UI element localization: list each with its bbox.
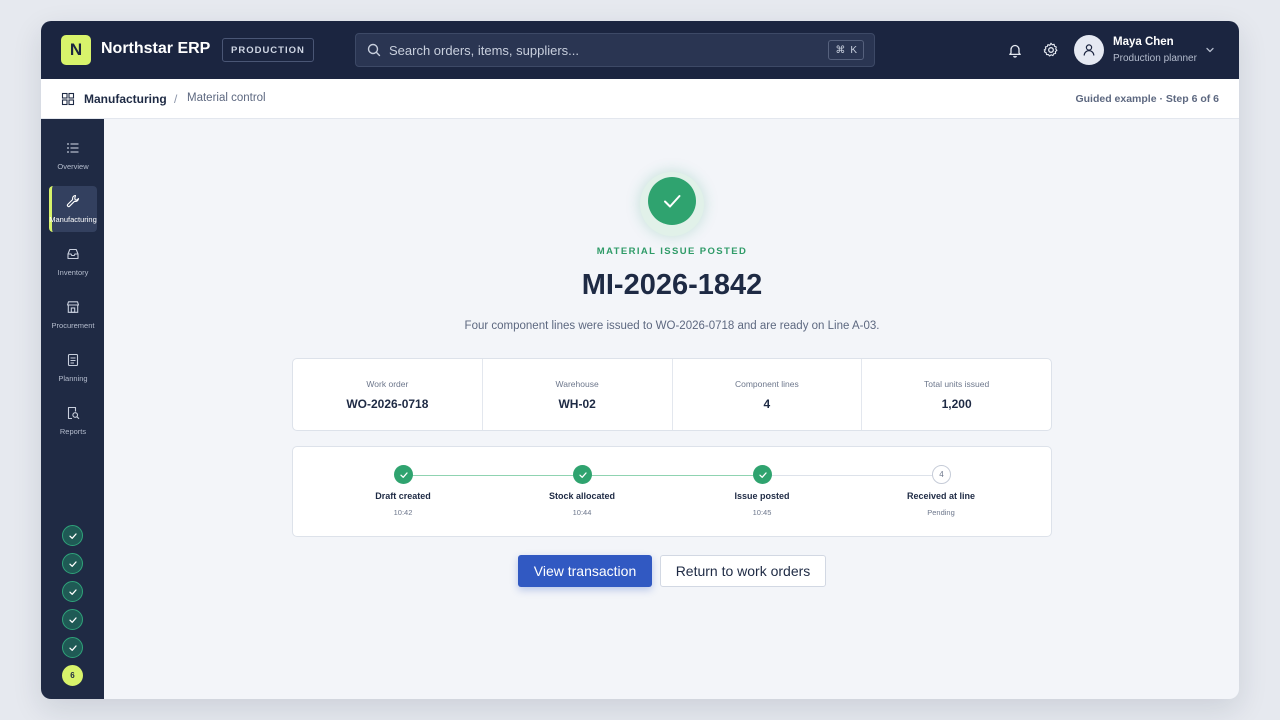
guided-step-current[interactable]: 6 [62,665,83,686]
timeline-connector [403,475,582,476]
guided-step-completed[interactable] [62,581,83,602]
document-number: MI-2026-1842 [581,269,763,301]
guided-step-completed[interactable] [62,637,83,658]
step-complete-icon [753,465,772,484]
guided-step-completed[interactable] [62,553,83,574]
list-icon [67,143,79,153]
search-icon [367,43,381,57]
status-label: MATERIAL ISSUE POSTED [596,246,748,257]
sidebar-item-label: Overview [57,162,89,171]
stat-label: Work order [366,379,409,389]
checkmark-icon [578,471,587,478]
app-logo[interactable]: N [61,35,91,65]
return-to-work-orders-button[interactable]: Return to work orders [660,555,826,587]
gear-icon[interactable] [1042,41,1060,59]
store-icon [66,301,80,313]
checkmark-icon [68,644,77,651]
step-complete-icon [394,465,413,484]
stat-value: WH-02 [558,397,596,411]
app-title: Northstar ERP [101,40,211,57]
timeline-step-time: 10:42 [393,508,413,517]
checkmark-icon [68,616,77,623]
shortcut-key: K [850,44,857,56]
environment-badge: PRODUCTION [222,38,314,62]
breadcrumb: Manufacturing / Material control Guided … [41,79,1239,119]
timeline-step-time: 10:44 [572,508,592,517]
result-description: Four component lines were issued to WO-2… [464,320,880,332]
guided-step-completed[interactable] [62,609,83,630]
breadcrumb-page: Material control [187,92,266,104]
view-transaction-button[interactable]: View transaction [518,555,652,587]
checkmark-icon [758,471,767,478]
guided-step-completed[interactable] [62,525,83,546]
app-window: N Northstar ERP PRODUCTION ⌘ K [41,21,1239,699]
sidebar-item-manufacturing[interactable]: Manufacturing [49,186,97,232]
sidebar-item-label: Manufacturing [49,215,97,224]
sidebar-item-overview[interactable]: Overview [49,133,97,179]
sidebar-item-planning[interactable]: Planning [49,345,97,391]
sidebar-item-label: Reports [59,427,87,436]
stat-label: Component lines [734,379,799,389]
checkmark-icon [664,195,681,208]
summary-stats: Work order WO-2026-0718 Warehouse WH-02 … [292,358,1052,431]
checkmark-icon [399,471,408,478]
stat-label: Warehouse [555,379,599,389]
wrench-icon [66,194,80,208]
guided-step-indicator: Guided example · Step 6 of 6 [1075,93,1219,105]
search-shortcut-hint: ⌘ K [828,40,864,60]
user-icon [1083,44,1095,56]
sidebar: Overview Manufacturing Inventory Procure… [41,119,104,699]
step-complete-icon [573,465,592,484]
user-role: Production planner [1113,53,1197,64]
breadcrumb-separator: / [174,92,178,106]
timeline-connector [762,475,941,476]
timeline-step-title: Received at line [906,491,976,501]
stat-label: Total units issued [924,379,990,389]
checkmark-icon [68,532,77,539]
timeline-step-title: Draft created [375,491,431,501]
timeline-step-time: 10:45 [752,508,772,517]
progress-timeline: Draft created 10:42 Stock allocated 10:44 Is… [292,446,1052,537]
stat-work-order: Work order WO-2026-0718 [293,359,483,430]
top-bar: N Northstar ERP PRODUCTION ⌘ K [41,21,1239,79]
user-avatar[interactable] [1074,35,1104,65]
report-search-icon [67,406,80,420]
document-icon [67,353,79,367]
global-search[interactable]: ⌘ K [355,33,875,67]
stat-value: WO-2026-0718 [346,397,429,411]
stat-value: 1,200 [941,397,972,411]
checkmark-icon [68,560,77,567]
search-input[interactable] [389,34,819,66]
command-key-glyph: ⌘ [835,44,846,56]
bell-icon[interactable] [1006,41,1024,59]
user-name[interactable]: Maya Chen [1113,36,1174,48]
timeline-connector [582,475,762,476]
grid-icon [61,92,75,106]
checkmark-icon [68,588,77,595]
step-number: 4 [932,465,951,484]
stat-warehouse: Warehouse WH-02 [483,359,673,430]
success-check-icon [648,177,696,225]
stat-value: 4 [763,397,771,411]
timeline-step-title: Issue posted [734,491,790,501]
timeline-step-time: Pending [927,508,955,517]
chevron-down-icon[interactable] [1204,44,1216,56]
sidebar-item-label: Planning [58,374,88,383]
timeline-step-title: Stock allocated [548,491,616,501]
stat-total-units: Total units issued 1,200 [862,359,1051,430]
sidebar-item-reports[interactable]: Reports [49,398,97,444]
breadcrumb-section[interactable]: Manufacturing [84,92,167,106]
stat-component-lines: Component lines 4 [673,359,863,430]
